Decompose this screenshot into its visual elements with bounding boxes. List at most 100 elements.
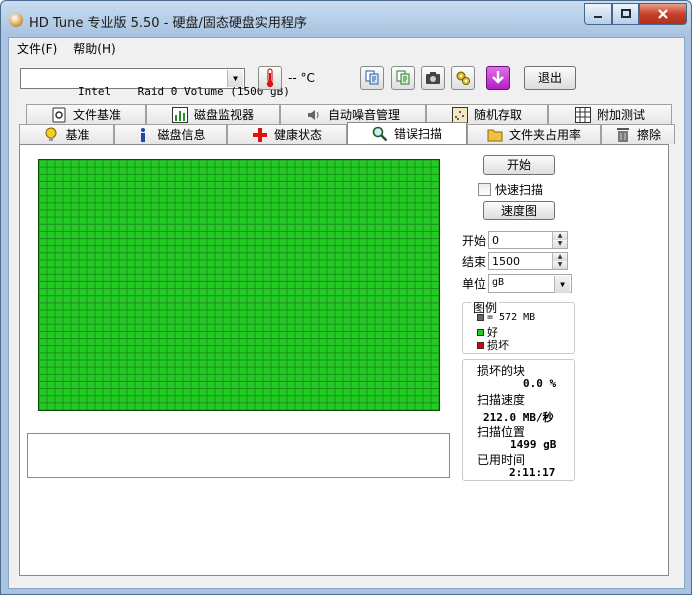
screenshot-button[interactable] bbox=[421, 66, 445, 90]
unit-select[interactable]: gB ▼ bbox=[488, 274, 572, 293]
block-cell bbox=[247, 196, 255, 203]
block-cell bbox=[231, 203, 239, 210]
block-cell bbox=[407, 167, 415, 174]
copy-button[interactable] bbox=[360, 66, 384, 90]
exit-button[interactable]: 退出 bbox=[524, 66, 576, 90]
block-cell bbox=[415, 360, 423, 367]
block-cell bbox=[167, 210, 175, 217]
block-cell bbox=[175, 353, 183, 360]
block-cell bbox=[175, 389, 183, 396]
block-cell bbox=[151, 396, 159, 403]
block-cell bbox=[159, 281, 167, 289]
block-cell bbox=[199, 396, 207, 403]
tab-extra-tests[interactable]: 附加测试 bbox=[548, 104, 672, 124]
block-cell bbox=[359, 246, 367, 253]
block-cell bbox=[71, 346, 79, 353]
block-cell bbox=[319, 396, 327, 403]
block-cell bbox=[167, 353, 175, 360]
block-cell bbox=[303, 381, 311, 389]
block-cell bbox=[79, 389, 87, 396]
block-cell bbox=[423, 353, 431, 360]
menu-file[interactable]: 文件(F) bbox=[9, 40, 65, 57]
block-cell bbox=[431, 253, 439, 260]
title-bar[interactable]: HD Tune 专业版 5.50 - 硬盘/固态硬盘实用程序 bbox=[1, 1, 691, 37]
maximize-button[interactable] bbox=[612, 3, 639, 25]
tab-benchmark[interactable]: 基准 bbox=[19, 124, 114, 144]
tab-disk-monitor[interactable]: 磁盘监视器 bbox=[146, 104, 280, 124]
save-button[interactable] bbox=[486, 66, 510, 90]
tab-folder-usage[interactable]: 文件夹占用率 bbox=[467, 124, 601, 144]
spin-up-icon[interactable]: ▲ bbox=[552, 253, 567, 261]
tab-random-access[interactable]: 随机存取 bbox=[426, 104, 548, 124]
block-cell bbox=[383, 403, 391, 410]
spin-down-icon[interactable]: ▼ bbox=[552, 261, 567, 269]
quick-scan-option[interactable]: 快速扫描 bbox=[478, 181, 543, 198]
block-cell bbox=[143, 217, 151, 224]
block-cell bbox=[367, 210, 375, 217]
block-cell bbox=[159, 189, 167, 196]
minimize-button[interactable] bbox=[584, 3, 612, 25]
tab-error-scan[interactable]: 错误扫描 bbox=[347, 122, 467, 144]
tab-erase[interactable]: 擦除 bbox=[601, 124, 675, 144]
start-button[interactable]: 开始 bbox=[483, 155, 555, 175]
copy-all-button[interactable] bbox=[391, 66, 415, 90]
block-cell bbox=[159, 303, 167, 310]
block-cell bbox=[103, 324, 111, 331]
block-cell bbox=[327, 239, 335, 246]
block-cell bbox=[367, 389, 375, 396]
block-cell bbox=[287, 203, 295, 210]
block-cell bbox=[375, 274, 383, 281]
block-cell bbox=[391, 189, 399, 196]
spin-up-icon[interactable]: ▲ bbox=[552, 232, 567, 240]
end-input[interactable]: 1500 ▲ ▼ bbox=[488, 252, 568, 270]
block-cell bbox=[271, 381, 279, 389]
block-cell bbox=[391, 360, 399, 367]
block-cell bbox=[191, 331, 199, 339]
block-cell bbox=[303, 253, 311, 260]
tab-noise-management[interactable]: 自动噪音管理 bbox=[280, 104, 426, 124]
block-cell bbox=[351, 396, 359, 403]
block-cell bbox=[135, 381, 143, 389]
tab-file-benchmark[interactable]: 文件基准 bbox=[26, 104, 146, 124]
block-cell bbox=[87, 389, 95, 396]
block-cell bbox=[95, 167, 103, 174]
speed-map-button[interactable]: 速度图 bbox=[483, 201, 555, 220]
block-cell bbox=[47, 160, 55, 167]
temperature-button[interactable] bbox=[258, 66, 282, 90]
tab-health[interactable]: 健康状态 bbox=[227, 124, 347, 144]
block-cell bbox=[327, 217, 335, 224]
start-input-value: 0 bbox=[492, 234, 499, 247]
block-cell bbox=[183, 246, 191, 253]
block-cell bbox=[183, 303, 191, 310]
block-cell bbox=[399, 260, 407, 267]
block-cell bbox=[55, 189, 63, 196]
block-cell bbox=[127, 267, 135, 274]
tab-disk-info[interactable]: 磁盘信息 bbox=[114, 124, 227, 144]
start-input[interactable]: 0 ▲ ▼ bbox=[488, 231, 568, 249]
block-cell bbox=[343, 331, 351, 339]
block-cell bbox=[175, 189, 183, 196]
block-cell bbox=[343, 396, 351, 403]
block-cell bbox=[359, 303, 367, 310]
block-cell bbox=[343, 403, 351, 410]
block-cell bbox=[103, 239, 111, 246]
block-cell bbox=[191, 217, 199, 224]
block-cell bbox=[95, 196, 103, 203]
block-cell bbox=[183, 267, 191, 274]
drive-select[interactable]: Intel Raid 0 Volume (1500 gB) ▼ bbox=[20, 68, 290, 98]
block-cell bbox=[223, 289, 231, 296]
menu-help[interactable]: 帮助(H) bbox=[65, 40, 123, 57]
block-cell bbox=[415, 210, 423, 217]
spin-down-icon[interactable]: ▼ bbox=[552, 240, 567, 248]
block-cell bbox=[143, 296, 151, 303]
close-button[interactable] bbox=[639, 3, 687, 25]
block-cell bbox=[351, 339, 359, 346]
block-cell bbox=[263, 189, 271, 196]
block-cell bbox=[135, 396, 143, 403]
block-cell bbox=[167, 196, 175, 203]
quick-scan-checkbox[interactable] bbox=[478, 183, 491, 196]
block-cell bbox=[327, 374, 335, 381]
options-button[interactable] bbox=[451, 66, 475, 90]
block-cell bbox=[287, 374, 295, 381]
block-cell bbox=[287, 367, 295, 374]
